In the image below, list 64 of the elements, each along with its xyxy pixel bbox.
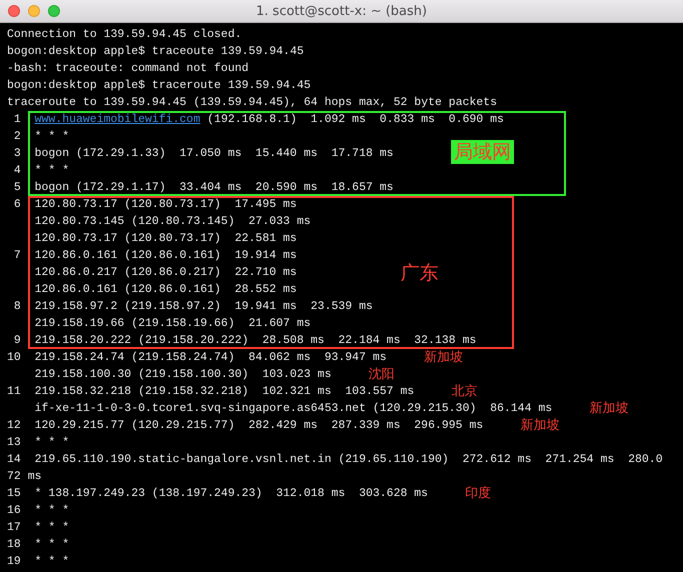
close-button[interactable] <box>8 5 20 17</box>
terminal-line: * * * <box>34 129 70 145</box>
terminal-line: bogon (172.29.1.33) 17.050 ms 15.440 ms 17.718 ms <box>34 146 394 162</box>
terminal-line: 219.158.32.218 (219.158.32.218) 102.321 ms 103.557 ms <box>34 384 414 400</box>
annotation-label: 新加坡 <box>520 417 560 434</box>
terminal-line: if-xe-11-1-0-3-0.tcore1.svq-singapore.as6453.net (120.29.215.30) 86.144 ms <box>34 401 552 417</box>
line-number: 14 <box>7 452 21 468</box>
terminal-line: * * * <box>34 554 70 570</box>
terminal-line: traceroute to 139.59.94.45 (139.59.94.45), 64 hops max, 52 byte packets <box>7 95 497 111</box>
line-number: 15 <box>7 486 21 502</box>
terminal-line: 120.80.73.17 (120.80.73.17) 17.495 ms <box>34 197 297 213</box>
line-number: 16 <box>7 503 21 519</box>
terminal-line: 219.65.110.190.static-bangalore.vsnl.net.in (219.65.110.190) 272.612 ms 271.254 ms 280.0 <box>34 452 663 468</box>
terminal-line: * 138.197.249.23 (138.197.249.23) 312.018 ms 303.628 ms <box>34 486 428 502</box>
line-number: 18 <box>7 537 21 553</box>
line-number: 13 <box>7 435 21 451</box>
window-title: 1. scott@scott-x: ~ (bash) <box>256 4 427 18</box>
terminal-line: * * * <box>34 435 70 451</box>
terminal-line: -bash: traceoute: command not found <box>7 61 249 77</box>
terminal-line: 120.80.73.145 (120.80.73.145) 27.033 ms <box>34 214 311 230</box>
line-number: 10 <box>7 350 21 366</box>
terminal-line: 219.158.20.222 (219.158.20.222) 28.508 ms 22.184 ms 32.138 ms <box>34 333 476 349</box>
line-number: 6 <box>12 197 21 213</box>
terminal-line: * * * <box>34 537 70 553</box>
annotation-label: 北京 <box>451 383 478 400</box>
terminal-line: 219.158.24.74 (219.158.24.74) 84.062 ms 93.947 ms <box>34 350 387 366</box>
terminal-line: Connection to 139.59.94.45 closed. <box>7 27 242 43</box>
terminal-text: (192.168.8.1) 1.092 ms 0.833 ms 0.690 ms <box>206 112 504 128</box>
line-number: 11 <box>7 384 21 400</box>
annotation-label: 印度 <box>465 485 492 502</box>
annotation-label: 新加坡 <box>424 349 463 366</box>
link[interactable]: www.huaweimobilewifi.com <box>34 111 200 128</box>
line-number: 8 <box>12 299 21 315</box>
terminal-line: bogon (172.29.1.17) 33.404 ms 20.590 ms 18.657 ms <box>34 180 394 196</box>
terminal-line: 72 ms <box>7 469 42 485</box>
zoom-button[interactable] <box>48 5 60 17</box>
annotation-label: 广东 <box>400 260 438 284</box>
terminal-line: 219.158.100.30 (219.158.100.30) 103.023 ms <box>34 367 332 383</box>
line-number: 7 <box>12 248 21 264</box>
terminal-line: * * * <box>34 520 70 536</box>
line-number: 4 <box>12 163 21 179</box>
line-number: 12 <box>7 418 21 434</box>
terminal-line: * * * <box>34 163 70 179</box>
terminal-line: 120.86.0.161 (120.86.0.161) 28.552 ms <box>34 282 297 298</box>
terminal-line: 120.29.215.77 (120.29.215.77) 282.429 ms 287.339 ms 296.995 ms <box>34 418 484 434</box>
terminal-line: 120.86.0.161 (120.86.0.161) 19.914 ms <box>34 248 297 264</box>
terminal-line: 120.80.73.17 (120.80.73.17) 22.581 ms <box>34 231 297 247</box>
line-number: 17 <box>7 520 21 536</box>
line-number: 1 <box>12 112 21 128</box>
minimize-button[interactable] <box>28 5 40 17</box>
terminal-line: 219.158.97.2 (219.158.97.2) 19.941 ms 23.539 ms <box>34 299 373 315</box>
annotation-label: 局域网 <box>450 140 514 164</box>
line-number: 9 <box>12 333 21 349</box>
line-number: 2 <box>12 129 21 145</box>
line-number: 19 <box>7 554 21 570</box>
line-number: 5 <box>12 180 21 196</box>
annotation-label: 沈阳 <box>368 366 395 383</box>
annotation-label: 新加坡 <box>589 400 628 417</box>
terminal-line: 219.158.19.66 (219.158.19.66) 21.607 ms <box>34 316 311 332</box>
line-number: 3 <box>12 146 21 162</box>
terminal-line: * * * <box>34 503 70 519</box>
terminal-line: 120.86.0.217 (120.86.0.217) 22.710 ms <box>34 265 297 281</box>
terminal-line: bogon:desktop apple$ traceroute 139.59.94.45 <box>7 78 311 94</box>
terminal-line: bogon:desktop apple$ traceoute 139.59.94.45 <box>7 44 304 60</box>
